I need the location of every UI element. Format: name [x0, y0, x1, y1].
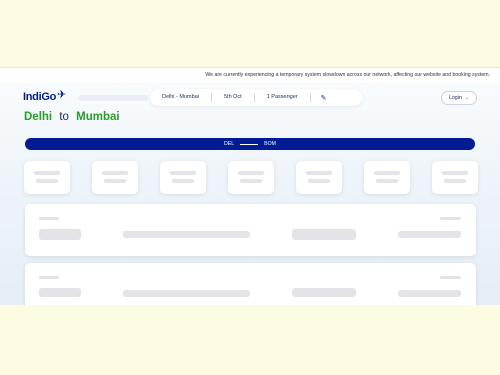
- system-notice-banner: We are currently experiencing a temporar…: [0, 68, 500, 83]
- search-route[interactable]: Delhi - Mumbai: [150, 93, 212, 102]
- flight-result-card[interactable]: [25, 263, 476, 305]
- skeleton-line: [238, 171, 264, 175]
- skeleton-block: [39, 229, 81, 240]
- skeleton-line: [308, 179, 330, 183]
- route-from-code: DEL: [224, 141, 235, 147]
- search-date[interactable]: 5th Oct: [212, 93, 255, 102]
- title-destination: Mumbai: [76, 111, 120, 123]
- booking-page: We are currently experiencing a temporar…: [0, 67, 500, 305]
- date-card[interactable]: [296, 161, 342, 194]
- title-connector: to: [59, 111, 69, 123]
- route-bar: DEL BOM: [25, 138, 475, 150]
- chevron-down-icon: ⌄: [464, 95, 470, 101]
- skeleton-block: [39, 288, 81, 297]
- skeleton-line: [39, 217, 59, 220]
- skeleton-line: [36, 179, 58, 183]
- skeleton-line: [102, 171, 128, 175]
- route-connector-line: [240, 143, 259, 145]
- skeleton-line: [376, 179, 398, 183]
- skeleton-block: [292, 229, 356, 240]
- date-card[interactable]: [24, 161, 70, 194]
- system-notice-text: We are currently experiencing a temporar…: [205, 72, 490, 78]
- skeleton-block: [292, 288, 356, 297]
- skeleton-line: [398, 290, 461, 297]
- skeleton-line: [170, 171, 196, 175]
- plane-icon: ✈: [57, 89, 67, 101]
- title-origin: Delhi: [24, 111, 53, 123]
- skeleton-line: [444, 179, 466, 183]
- page-title: Delhi to Mumbai: [24, 111, 120, 123]
- search-passengers[interactable]: 1 Passenger: [255, 93, 311, 102]
- nav-placeholder: [78, 95, 148, 101]
- skeleton-line: [39, 276, 59, 279]
- date-card[interactable]: [432, 161, 478, 194]
- skeleton-line: [34, 171, 60, 175]
- date-card[interactable]: [160, 161, 206, 194]
- skeleton-line: [398, 231, 461, 238]
- skeleton-line: [104, 179, 126, 183]
- skeleton-line: [123, 290, 250, 297]
- indigo-logo[interactable]: IndiGo: [23, 91, 56, 103]
- login-button[interactable]: Login ⌄: [441, 91, 477, 105]
- search-summary-pill[interactable]: Delhi - Mumbai 5th Oct 1 Passenger ✎: [150, 89, 362, 106]
- date-card[interactable]: [92, 161, 138, 194]
- skeleton-line: [442, 171, 468, 175]
- skeleton-line: [123, 231, 250, 238]
- skeleton-line: [172, 179, 194, 183]
- date-card[interactable]: [228, 161, 274, 194]
- login-label: Login: [448, 95, 462, 101]
- date-card[interactable]: [364, 161, 410, 194]
- skeleton-line: [440, 217, 461, 220]
- pencil-icon[interactable]: ✎: [311, 94, 337, 102]
- skeleton-line: [440, 276, 461, 279]
- route-to-code: BOM: [264, 141, 276, 147]
- flight-result-card[interactable]: [25, 204, 476, 256]
- date-strip: [0, 161, 500, 195]
- skeleton-line: [374, 171, 400, 175]
- skeleton-line: [240, 179, 262, 183]
- skeleton-line: [306, 171, 332, 175]
- site-header: IndiGo ✈ Delhi - Mumbai 5th Oct 1 Passen…: [0, 84, 500, 114]
